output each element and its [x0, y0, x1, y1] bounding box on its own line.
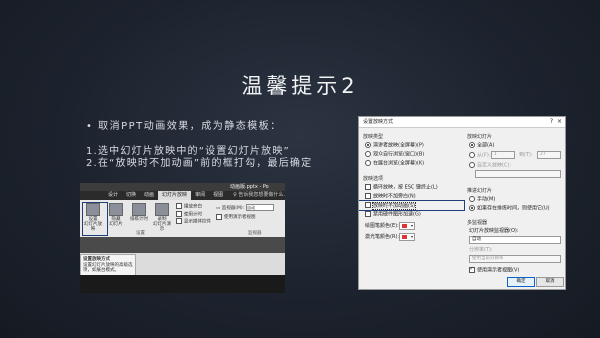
- pen-color-label: 绘图笔颜色(E):: [365, 223, 399, 229]
- ribbon-dark-strip: [80, 237, 285, 253]
- show-type-header: 放映类型: [363, 134, 384, 140]
- to-label: 到(T):: [519, 152, 533, 158]
- rehearse-timings-label: 排练计时: [130, 217, 148, 222]
- rehearse-icon: [132, 203, 146, 216]
- monitor-row: ▭ 监视器(M): 自动: [216, 204, 275, 213]
- use-timings-radio[interactable]: 如果存在排练时间，则使用它(U): [469, 205, 550, 212]
- monitor-group: ▭ 监视器(M): 自动 使用演示者视图: [216, 204, 275, 222]
- monitor-icon: ▭: [216, 206, 221, 211]
- multiple-monitors-header: 多监视器: [467, 220, 488, 226]
- tab-slide-show[interactable]: 幻灯片放映: [158, 191, 192, 200]
- record-icon: [155, 203, 169, 216]
- hide-slide-label: 隐藏 幻灯片: [109, 217, 123, 227]
- cancel-button[interactable]: 取消: [536, 277, 564, 287]
- disable-hardware-acceleration-check[interactable]: 禁用硬件图形加速(G): [365, 211, 421, 218]
- dialog-title-bar: 设置放映方式 ? ×: [359, 117, 565, 128]
- highlight-box: [82, 202, 108, 236]
- resolution-select[interactable]: 使用当前分辨率: [469, 255, 561, 263]
- ribbon-screenshot: 动画版.pptx - Po 设计 切换 动画 幻灯片放映 审阅 视图 ♀ 告诉我…: [80, 183, 285, 293]
- custom-show-radio[interactable]: 自定义放映(C):: [469, 162, 511, 169]
- slide-show-monitor-label: 幻灯片放映监视器(O):: [469, 228, 519, 234]
- from-radio[interactable]: 从(F):: [469, 152, 490, 159]
- show-options-header: 放映选项: [363, 176, 384, 182]
- to-input[interactable]: 27: [537, 151, 561, 159]
- group-monitor-label: 监视器: [248, 231, 262, 236]
- browsed-at-kiosk-radio[interactable]: 在展台浏览(全屏幕)(K): [365, 160, 424, 167]
- ribbon-bottom-strip: [80, 275, 285, 293]
- help-icon[interactable]: ?: [550, 117, 553, 127]
- ribbon-title-bar: 动画版.pptx - Po: [80, 183, 285, 191]
- tab-view[interactable]: 视图: [209, 191, 227, 200]
- monitor-select[interactable]: 自动: [246, 204, 275, 211]
- record-slide-show-button[interactable]: 录制 幻灯片演示: [152, 203, 172, 232]
- manually-radio[interactable]: 手动(M): [469, 196, 495, 203]
- tell-me-search[interactable]: ♀ 告诉我您想要做什么...: [227, 191, 285, 200]
- instruction-step-2: 2.在“放映时不加动画”前的框打勾，最后确定: [86, 158, 313, 169]
- instruction-bullet: • 取消PPT动画效果，成为静态模板：: [86, 121, 282, 132]
- from-input[interactable]: 1: [491, 151, 515, 159]
- show-slides-header: 放映幻灯片: [467, 134, 493, 140]
- rehearse-timings-button[interactable]: 排练计时: [129, 203, 149, 222]
- presenter-view-check[interactable]: 使用演示者视图: [216, 213, 274, 222]
- show-without-narration-check[interactable]: 放映时不加旁白(N): [365, 193, 416, 200]
- hide-slide-button[interactable]: 隐藏 幻灯片: [106, 203, 126, 227]
- use-presenter-view-check[interactable]: 使用演示者视图(V): [469, 266, 519, 274]
- tab-animations[interactable]: 动画: [140, 191, 158, 200]
- slide: 温馨提示2 • 取消PPT动画效果，成为静态模板： 1.选中幻灯片放映中的“设置…: [0, 0, 600, 338]
- advance-slides-header: 推进幻灯片: [467, 188, 493, 194]
- tab-transitions[interactable]: 切换: [122, 191, 140, 200]
- ribbon-checks: 播放旁白 使用计时 显示媒体控件: [176, 203, 211, 226]
- ribbon-tabs: 设计 切换 动画 幻灯片放映 审阅 视图 ♀ 告诉我您想要做什么...: [80, 191, 285, 200]
- show-media-controls-check[interactable]: 显示媒体控件: [176, 218, 211, 226]
- record-slide-show-label: 录制 幻灯片演示: [153, 217, 171, 232]
- ribbon-body: 设置 幻灯片放映 隐藏 幻灯片 排练计时 录制 幻灯片演示 播放旁白 使用计时 …: [80, 200, 285, 237]
- close-icon[interactable]: ×: [557, 117, 562, 127]
- loop-continuously-check[interactable]: 循环放映，按 ESC 键终止(L): [365, 184, 438, 191]
- set-up-show-dialog: 设置放映方式 ? × 放映类型 演讲者放映(全屏幕)(P) 观众自行浏览(窗口)…: [358, 116, 566, 290]
- all-slides-radio[interactable]: 全部(A): [469, 142, 494, 149]
- laser-color-picker[interactable]: ▾: [399, 233, 415, 241]
- resolution-label: 分辨率(T):: [469, 247, 493, 253]
- dialog-title: 设置放映方式: [363, 119, 394, 125]
- highlight-box-dialog: [359, 200, 465, 211]
- presented-by-speaker-radio[interactable]: 演讲者放映(全屏幕)(P): [365, 142, 424, 149]
- custom-show-select[interactable]: [475, 170, 561, 178]
- ok-button[interactable]: 确定: [507, 277, 535, 287]
- pen-color-picker[interactable]: ▾: [399, 222, 415, 230]
- laser-color-label: 激光笔颜色(R):: [365, 234, 400, 240]
- group-setup-label: 设置: [136, 231, 145, 236]
- use-timings-check[interactable]: 使用计时: [176, 210, 211, 219]
- slide-title: 温馨提示2: [241, 74, 359, 98]
- play-narrations-check[interactable]: 播放旁白: [176, 203, 211, 211]
- slide-show-monitor-select[interactable]: 自动: [469, 236, 561, 244]
- tooltip-body: 设置幻灯片放映的高级选项，如展台模式。: [83, 262, 133, 274]
- browsed-by-individual-radio[interactable]: 观众自行浏览(窗口)(B): [365, 151, 424, 158]
- hide-slide-icon: [109, 203, 123, 216]
- tab-design[interactable]: 设计: [104, 191, 122, 200]
- tab-review[interactable]: 审阅: [191, 191, 209, 200]
